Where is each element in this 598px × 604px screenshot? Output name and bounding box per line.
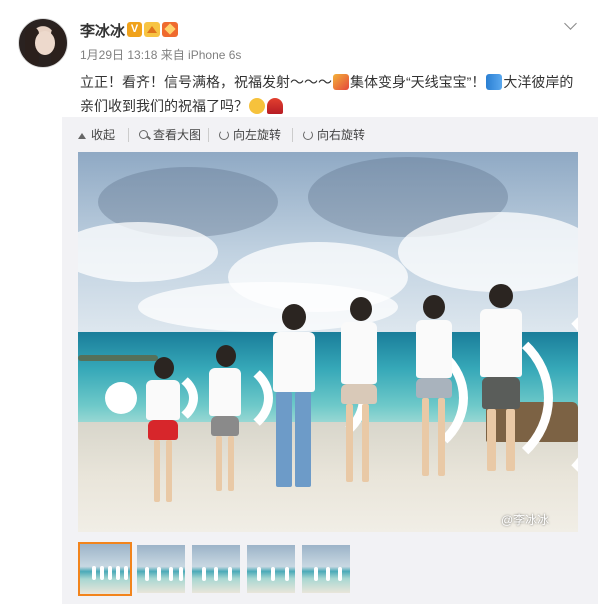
post-header: 李冰冰 V 1月29日 13:18 来自 iPhone 6s 立正！看齐！信号满… (0, 0, 598, 120)
thumbnail-1[interactable] (78, 542, 132, 596)
view-large-button[interactable]: 查看大图 (138, 125, 201, 145)
thumbnail-5[interactable] (302, 545, 350, 593)
toolbar-divider (292, 128, 293, 142)
cloud (398, 212, 578, 292)
grinning-face-icon (249, 98, 265, 114)
far-island (78, 355, 158, 361)
post-text-part: 集体变身“天线宝宝”！ (350, 74, 486, 90)
party-popper-icon (333, 74, 349, 90)
rotate-right-button[interactable]: 向右旋转 (302, 125, 365, 145)
rotate-right-label: 向右旋转 (317, 128, 366, 142)
media-panel: 收起 查看大图 向左旋转 向右旋转 @李冰冰 (62, 117, 598, 604)
thumbnail-3[interactable] (192, 545, 240, 593)
avatar[interactable] (18, 18, 68, 68)
thumbnail-2[interactable] (137, 545, 185, 593)
signal-bars-icon (486, 74, 503, 90)
verified-icon[interactable]: V (127, 22, 142, 37)
collapse-button[interactable]: 收起 (76, 125, 115, 145)
username-link[interactable]: 李冰冰 (80, 20, 125, 41)
toolbar-divider (208, 128, 209, 142)
vip-badge-icon[interactable] (162, 22, 178, 37)
post-text: 立正！看齐！信号满格，祝福发射～～～ 集体变身“天线宝宝”！ 大洋彼岸的亲们收到我们… (80, 70, 585, 118)
thumbnail-4[interactable] (247, 545, 295, 593)
view-large-label: 查看大图 (153, 128, 202, 142)
chevron-down-icon[interactable] (563, 18, 579, 34)
rotate-left-label: 向左旋转 (233, 128, 282, 142)
post-meta: 1月29日 13:18 来自 iPhone 6s (80, 48, 242, 62)
dancer-icon (267, 98, 283, 114)
crown-badge-icon[interactable] (144, 22, 160, 37)
magnifier-icon (138, 129, 150, 141)
avatar-face (35, 31, 55, 55)
post-photo[interactable]: @李冰冰 (78, 152, 578, 532)
rotate-left-icon (218, 129, 230, 141)
arrow-up-icon (76, 129, 88, 141)
post-text-part: 立正！看齐！信号满格，祝福发射～～～ (80, 74, 332, 90)
cloud (78, 222, 218, 282)
toolbar-divider (128, 128, 129, 142)
collapse-label: 收起 (91, 128, 116, 142)
rotate-left-button[interactable]: 向左旋转 (218, 125, 281, 145)
rotate-right-icon (302, 129, 314, 141)
photo-watermark: @李冰冰 (501, 513, 550, 527)
